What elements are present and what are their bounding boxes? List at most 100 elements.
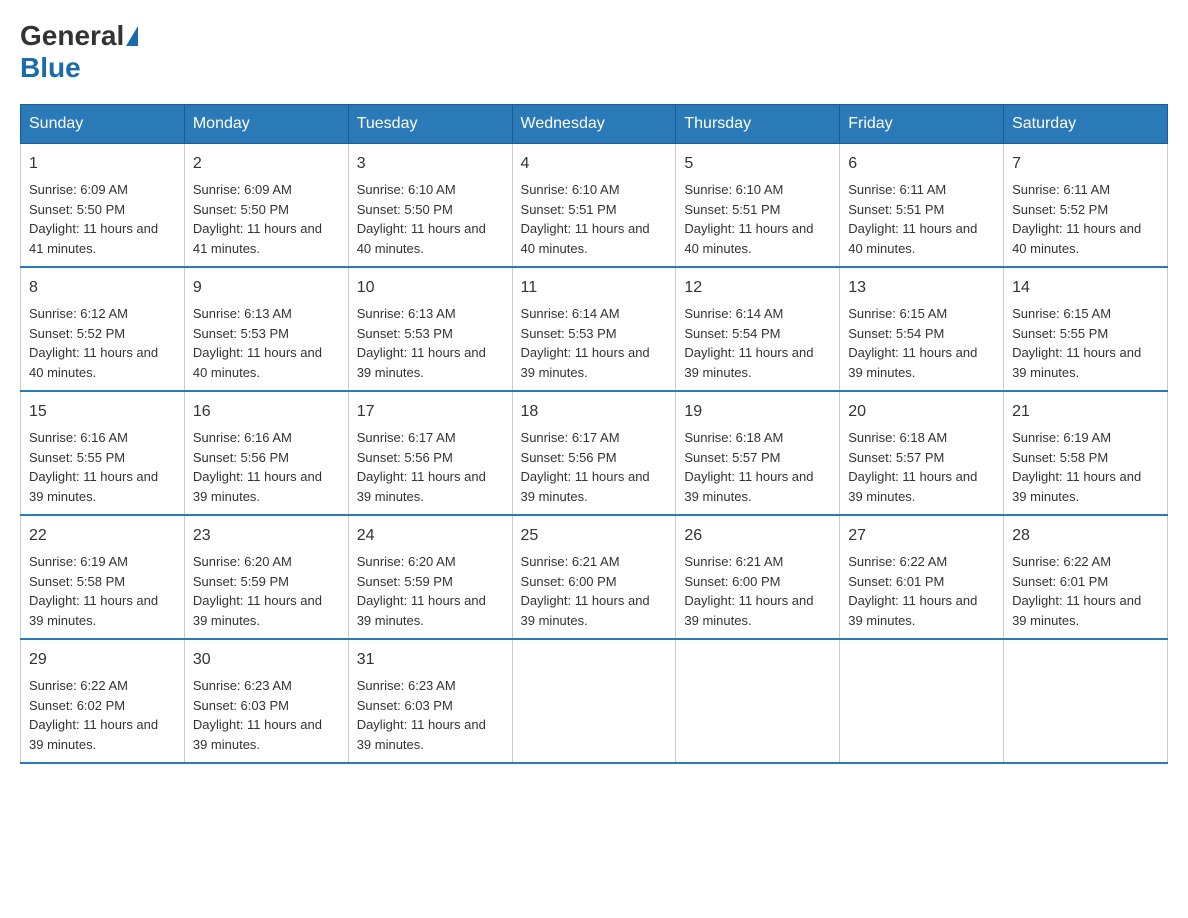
day-info: Sunrise: 6:11 AMSunset: 5:51 PMDaylight:…	[848, 180, 995, 258]
calendar-week-row: 29 Sunrise: 6:22 AMSunset: 6:02 PMDayligh…	[21, 639, 1168, 763]
calendar-cell: 8Sunrise: 6:12 AMSunset: 5:52 PMDaylight…	[21, 267, 185, 391]
day-number: 4	[521, 152, 668, 176]
day-info: Sunrise: 6:14 AMSunset: 5:54 PMDaylight:…	[684, 304, 831, 382]
day-info: Sunrise: 6:19 AMSunset: 5:58 PMDaylight:…	[1012, 428, 1159, 506]
day-number: 7	[1012, 152, 1159, 176]
weekday-header-friday: Friday	[840, 105, 1004, 144]
calendar-cell: 21 Sunrise: 6:19 AMSunset: 5:58 PMDayligh…	[1004, 391, 1168, 515]
weekday-header-wednesday: Wednesday	[512, 105, 676, 144]
day-info: Sunrise: 6:22 AMSunset: 6:02 PMDaylight:…	[29, 676, 176, 754]
day-number: 10	[357, 276, 504, 300]
day-number: 18	[521, 400, 668, 424]
calendar-cell	[1004, 639, 1168, 763]
day-info: Sunrise: 6:16 AMSunset: 5:55 PMDaylight:…	[29, 428, 176, 506]
calendar-cell	[676, 639, 840, 763]
calendar-cell: 23 Sunrise: 6:20 AMSunset: 5:59 PMDayligh…	[184, 515, 348, 639]
day-info: Sunrise: 6:12 AMSunset: 5:52 PMDaylight:…	[29, 304, 176, 382]
calendar-cell: 24 Sunrise: 6:20 AMSunset: 5:59 PMDayligh…	[348, 515, 512, 639]
calendar-table: SundayMondayTuesdayWednesdayThursdayFrid…	[20, 104, 1168, 764]
day-info: Sunrise: 6:21 AMSunset: 6:00 PMDaylight:…	[684, 552, 831, 630]
calendar-cell: 31 Sunrise: 6:23 AMSunset: 6:03 PMDayligh…	[348, 639, 512, 763]
calendar-cell: 14Sunrise: 6:15 AMSunset: 5:55 PMDayligh…	[1004, 267, 1168, 391]
calendar-cell: 22Sunrise: 6:19 AMSunset: 5:58 PMDayligh…	[21, 515, 185, 639]
day-info: Sunrise: 6:15 AMSunset: 5:54 PMDaylight:…	[848, 304, 995, 382]
calendar-cell: 29 Sunrise: 6:22 AMSunset: 6:02 PMDayligh…	[21, 639, 185, 763]
calendar-week-row: 8Sunrise: 6:12 AMSunset: 5:52 PMDaylight…	[21, 267, 1168, 391]
logo-triangle-icon	[126, 26, 138, 46]
day-number: 20	[848, 400, 995, 424]
calendar-cell: 28 Sunrise: 6:22 AMSunset: 6:01 PMDayligh…	[1004, 515, 1168, 639]
day-info: Sunrise: 6:10 AMSunset: 5:50 PMDaylight:…	[357, 180, 504, 258]
day-number: 29	[29, 648, 176, 672]
day-number: 16	[193, 400, 340, 424]
day-number: 21	[1012, 400, 1159, 424]
day-info: Sunrise: 6:18 AMSunset: 5:57 PMDaylight:…	[848, 428, 995, 506]
day-number: 9	[193, 276, 340, 300]
calendar-cell: 5 Sunrise: 6:10 AMSunset: 5:51 PMDaylight…	[676, 144, 840, 268]
calendar-cell: 15Sunrise: 6:16 AMSunset: 5:55 PMDayligh…	[21, 391, 185, 515]
calendar-cell: 13Sunrise: 6:15 AMSunset: 5:54 PMDayligh…	[840, 267, 1004, 391]
calendar-cell	[840, 639, 1004, 763]
weekday-header-thursday: Thursday	[676, 105, 840, 144]
weekday-header-sunday: Sunday	[21, 105, 185, 144]
calendar-cell: 19 Sunrise: 6:18 AMSunset: 5:57 PMDayligh…	[676, 391, 840, 515]
day-number: 2	[193, 152, 340, 176]
calendar-cell: 26Sunrise: 6:21 AMSunset: 6:00 PMDayligh…	[676, 515, 840, 639]
day-number: 28	[1012, 524, 1159, 548]
day-number: 22	[29, 524, 176, 548]
logo-general-text: General	[20, 20, 124, 52]
weekday-header-monday: Monday	[184, 105, 348, 144]
day-number: 27	[848, 524, 995, 548]
day-info: Sunrise: 6:20 AMSunset: 5:59 PMDaylight:…	[193, 552, 340, 630]
day-info: Sunrise: 6:18 AMSunset: 5:57 PMDaylight:…	[684, 428, 831, 506]
calendar-cell: 25 Sunrise: 6:21 AMSunset: 6:00 PMDayligh…	[512, 515, 676, 639]
day-number: 11	[521, 276, 668, 300]
calendar-cell: 20 Sunrise: 6:18 AMSunset: 5:57 PMDayligh…	[840, 391, 1004, 515]
calendar-cell: 1 Sunrise: 6:09 AMSunset: 5:50 PMDaylight…	[21, 144, 185, 268]
calendar-cell: 17Sunrise: 6:17 AMSunset: 5:56 PMDayligh…	[348, 391, 512, 515]
day-number: 5	[684, 152, 831, 176]
day-info: Sunrise: 6:13 AMSunset: 5:53 PMDaylight:…	[193, 304, 340, 382]
calendar-cell: 12Sunrise: 6:14 AMSunset: 5:54 PMDayligh…	[676, 267, 840, 391]
calendar-cell: 27 Sunrise: 6:22 AMSunset: 6:01 PMDayligh…	[840, 515, 1004, 639]
day-info: Sunrise: 6:11 AMSunset: 5:52 PMDaylight:…	[1012, 180, 1159, 258]
day-info: Sunrise: 6:09 AMSunset: 5:50 PMDaylight:…	[193, 180, 340, 258]
day-number: 24	[357, 524, 504, 548]
logo-blue-text: Blue	[20, 52, 81, 83]
day-info: Sunrise: 6:14 AMSunset: 5:53 PMDaylight:…	[521, 304, 668, 382]
calendar-cell: 10Sunrise: 6:13 AMSunset: 5:53 PMDayligh…	[348, 267, 512, 391]
calendar-cell: 3Sunrise: 6:10 AMSunset: 5:50 PMDaylight…	[348, 144, 512, 268]
day-number: 30	[193, 648, 340, 672]
day-number: 25	[521, 524, 668, 548]
page-header: General Blue	[20, 20, 1168, 84]
weekday-header-row: SundayMondayTuesdayWednesdayThursdayFrid…	[21, 105, 1168, 144]
day-number: 17	[357, 400, 504, 424]
day-number: 31	[357, 648, 504, 672]
calendar-cell: 16Sunrise: 6:16 AMSunset: 5:56 PMDayligh…	[184, 391, 348, 515]
day-info: Sunrise: 6:09 AMSunset: 5:50 PMDaylight:…	[29, 180, 176, 258]
day-number: 1	[29, 152, 176, 176]
calendar-week-row: 22Sunrise: 6:19 AMSunset: 5:58 PMDayligh…	[21, 515, 1168, 639]
day-info: Sunrise: 6:10 AMSunset: 5:51 PMDaylight:…	[684, 180, 831, 258]
day-info: Sunrise: 6:22 AMSunset: 6:01 PMDaylight:…	[1012, 552, 1159, 630]
calendar-cell: 30Sunrise: 6:23 AMSunset: 6:03 PMDayligh…	[184, 639, 348, 763]
calendar-cell: 9 Sunrise: 6:13 AMSunset: 5:53 PMDaylight…	[184, 267, 348, 391]
day-number: 19	[684, 400, 831, 424]
day-info: Sunrise: 6:10 AMSunset: 5:51 PMDaylight:…	[521, 180, 668, 258]
calendar-cell: 6 Sunrise: 6:11 AMSunset: 5:51 PMDaylight…	[840, 144, 1004, 268]
day-number: 6	[848, 152, 995, 176]
weekday-header-saturday: Saturday	[1004, 105, 1168, 144]
calendar-week-row: 15Sunrise: 6:16 AMSunset: 5:55 PMDayligh…	[21, 391, 1168, 515]
day-info: Sunrise: 6:22 AMSunset: 6:01 PMDaylight:…	[848, 552, 995, 630]
logo: General Blue	[20, 20, 140, 84]
day-number: 14	[1012, 276, 1159, 300]
day-info: Sunrise: 6:23 AMSunset: 6:03 PMDaylight:…	[357, 676, 504, 754]
calendar-week-row: 1 Sunrise: 6:09 AMSunset: 5:50 PMDaylight…	[21, 144, 1168, 268]
day-info: Sunrise: 6:20 AMSunset: 5:59 PMDaylight:…	[357, 552, 504, 630]
weekday-header-tuesday: Tuesday	[348, 105, 512, 144]
calendar-cell: 4 Sunrise: 6:10 AMSunset: 5:51 PMDaylight…	[512, 144, 676, 268]
day-number: 23	[193, 524, 340, 548]
calendar-cell	[512, 639, 676, 763]
calendar-cell: 7 Sunrise: 6:11 AMSunset: 5:52 PMDaylight…	[1004, 144, 1168, 268]
day-info: Sunrise: 6:21 AMSunset: 6:00 PMDaylight:…	[521, 552, 668, 630]
